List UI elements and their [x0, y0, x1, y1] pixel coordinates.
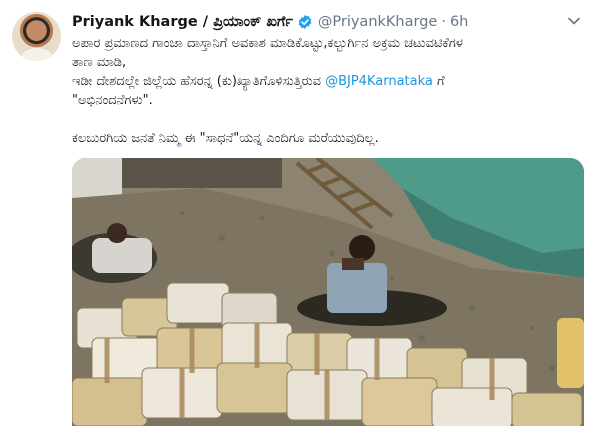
author-handle[interactable]: @PriyankKharge	[318, 14, 437, 30]
chevron-down-icon[interactable]	[567, 14, 581, 28]
tweet-line: ಇಡೀ ದೇಶದಲ್ಲೇ ಜಿಲ್ಲೆಯ ಹೆಸರನ್ನ (ಕು)ಖ್ಯಾತಿಗ…	[72, 72, 587, 91]
avatar[interactable]	[12, 12, 61, 61]
tweet-text-span: ಗೆ	[432, 74, 445, 89]
tweet-line: ತಾಣ ಮಾಡಿ,	[72, 55, 127, 70]
tweet-media[interactable]	[72, 158, 584, 426]
media-image	[72, 158, 584, 426]
tweet-timestamp[interactable]: 6h	[450, 14, 468, 30]
tweet-line: ಕಲಬುರಗಿಯ ಜನತೆ ನಿಮ್ಮ ಈ "ಸಾಧನೆ"ಯನ್ನ ಎಂದಿಗೂ…	[72, 131, 379, 146]
tweet[interactable]: Priyank Kharge / ಪ್ರಿಯಾಂಕ್ ಖರ್ಗೆ @Priyan…	[0, 0, 597, 426]
author-name[interactable]: Priyank Kharge / ಪ್ರಿಯಾಂಕ್ ಖರ್ಗೆ	[72, 14, 293, 30]
mention-link[interactable]: @BJP4Karnataka	[325, 74, 433, 89]
tweet-text-span: ಇಡೀ ದೇಶದಲ್ಲೇ ಜಿಲ್ಲೆಯ ಹೆಸರನ್ನ (ಕು)ಖ್ಯಾತಿಗ…	[72, 74, 326, 89]
separator-dot: ·	[441, 14, 446, 30]
tweet-line: "ಅಭಿನಂದನೆಗಳು".	[72, 93, 153, 108]
tweet-header: Priyank Kharge / ಪ್ರಿಯಾಂಕ್ ಖರ್ಗೆ @Priyan…	[72, 12, 468, 32]
tweet-line: ಅಪಾರ ಪ್ರಮಾಣದ ಗಾಂಜಾ ದಾಸ್ತಾನಿಗೆ ಅವಕಾಶ ಮಾಡಿ…	[72, 36, 463, 51]
avatar-figure	[20, 47, 54, 61]
verified-badge-icon	[298, 15, 312, 29]
tweet-text: ಅಪಾರ ಪ್ರಮಾಣದ ಗಾಂಜಾ ದಾಸ್ತಾನಿಗೆ ಅವಕಾಶ ಮಾಡಿ…	[72, 34, 587, 148]
